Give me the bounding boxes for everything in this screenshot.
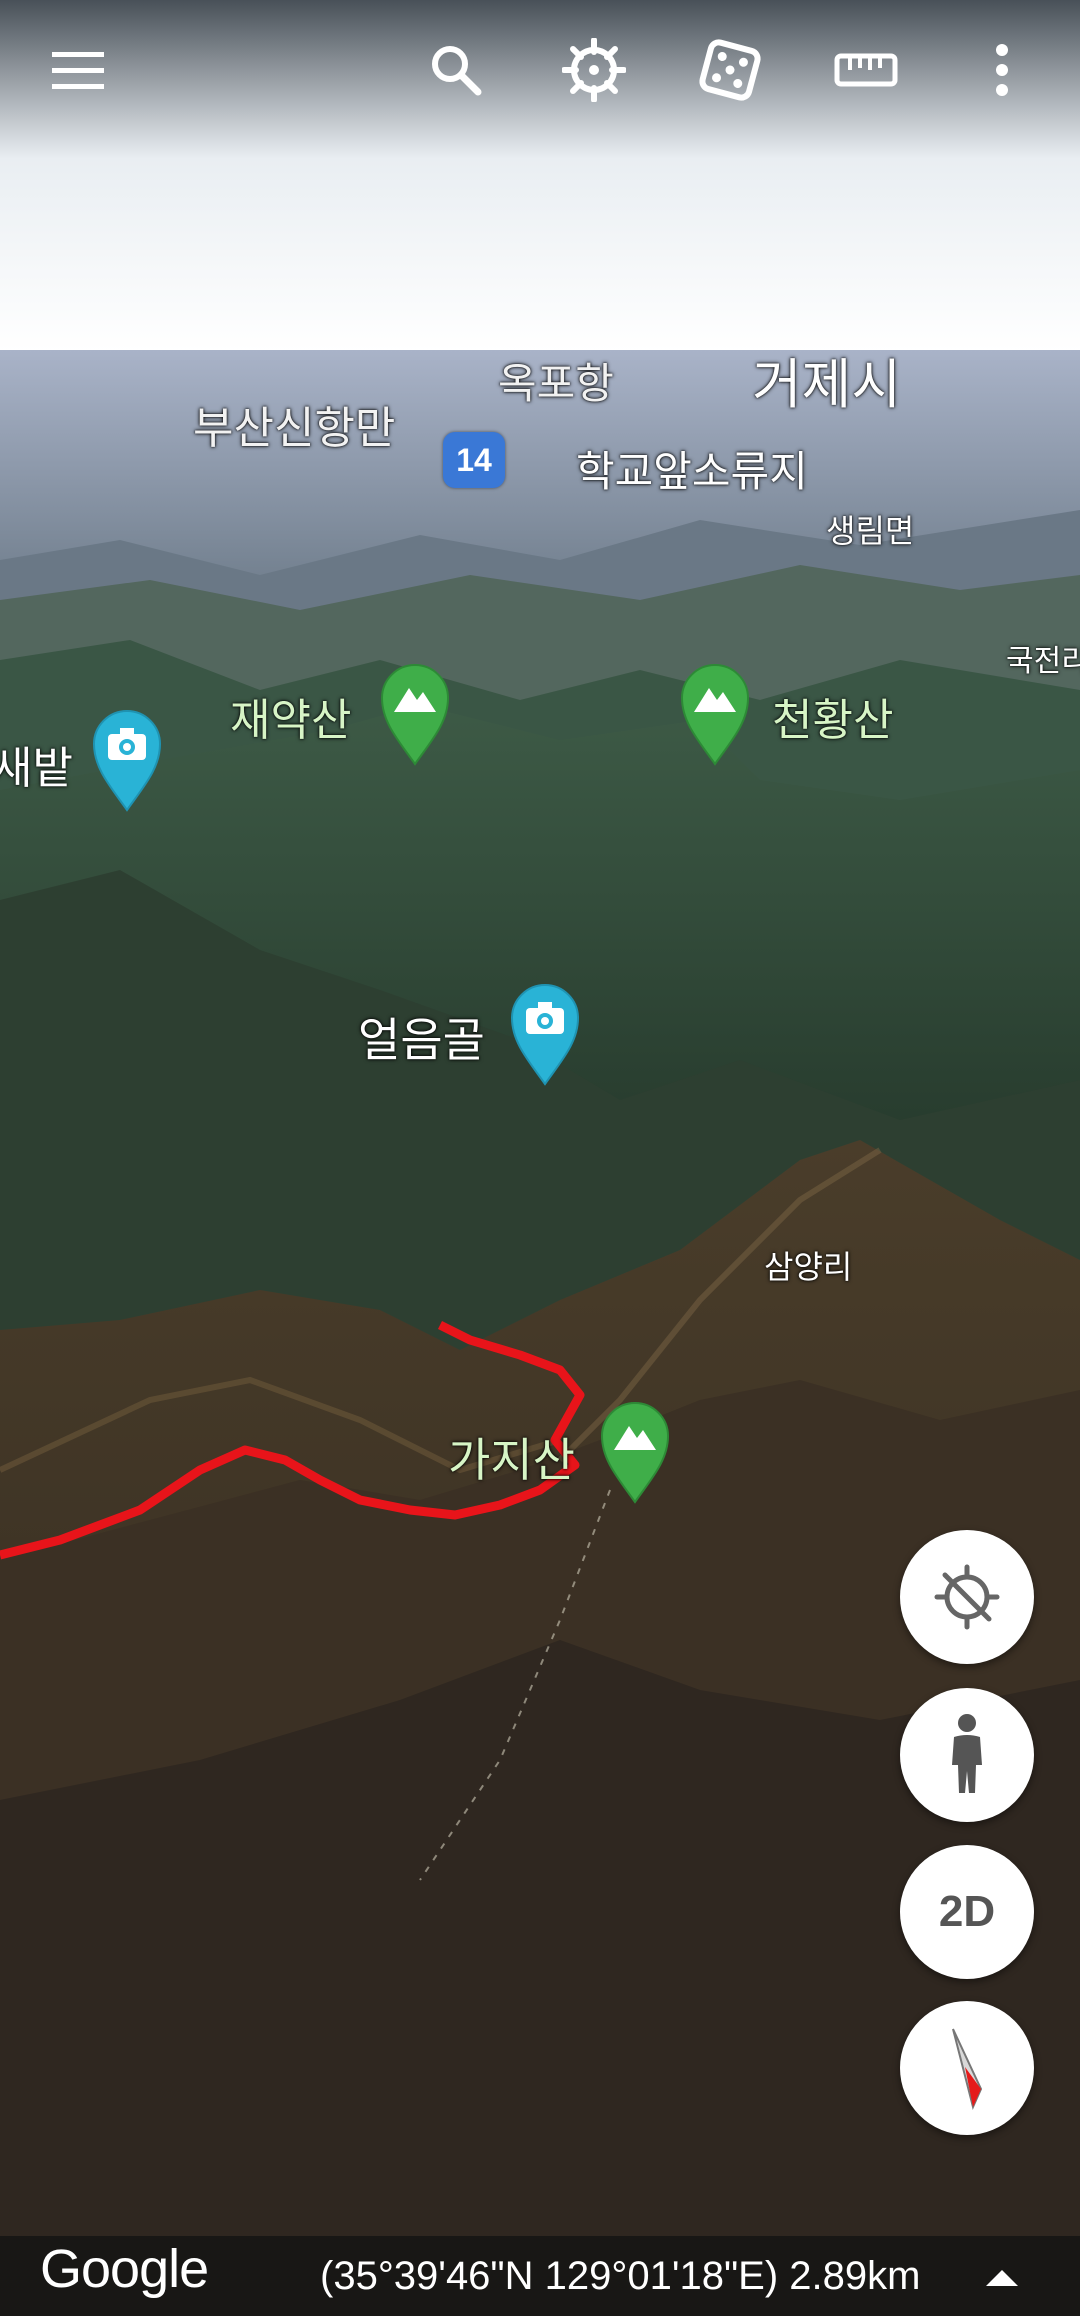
voyager-icon[interactable] [546, 22, 642, 118]
place-label-samyangri[interactable]: 삼양리 [764, 1242, 852, 1288]
place-label-saebat[interactable]: 새밭 [0, 732, 73, 796]
place-label-okpohang[interactable]: 옥포항 [498, 350, 614, 411]
compass-icon [952, 2028, 983, 2111]
camera-pin-icon[interactable] [508, 980, 582, 1086]
mode-2d-button[interactable]: 2D [900, 1845, 1034, 1979]
peak-label-cheonhwangsan[interactable]: 천황산 [772, 684, 893, 748]
mountain-pin-icon[interactable] [598, 1398, 672, 1504]
measure-icon[interactable] [818, 22, 914, 118]
camera-pin-icon[interactable] [90, 706, 164, 812]
place-label-busan-sinhangman[interactable]: 부산신항만 [193, 392, 395, 456]
more-options-icon[interactable] [954, 22, 1050, 118]
search-icon[interactable] [408, 22, 504, 118]
place-label-gukjeon[interactable]: 국전리 [1006, 636, 1080, 680]
place-label-eoreumgol[interactable]: 얼음골 [358, 1004, 485, 1070]
feeling-lucky-icon[interactable] [682, 22, 778, 118]
expand-up-icon[interactable] [982, 2266, 1022, 2290]
mountain-pin-icon[interactable] [678, 660, 752, 766]
pegman-icon [952, 1714, 982, 1793]
place-label-hakgyoap-soryuji[interactable]: 학교앞소류지 [576, 438, 808, 499]
my-location-button[interactable] [900, 1530, 1034, 1664]
compass-button[interactable] [900, 2001, 1034, 2135]
mode-2d-label: 2D [938, 1887, 996, 1936]
route-shield: 14 [443, 432, 505, 488]
street-view-button[interactable] [900, 1688, 1034, 1822]
location-off-icon [934, 1564, 1000, 1630]
google-logo: Google [40, 2239, 209, 2299]
peak-label-gajisan[interactable]: 가지산 [448, 1424, 575, 1490]
mountain-pin-icon[interactable] [378, 660, 452, 766]
menu-icon[interactable] [30, 22, 126, 118]
terrain-view[interactable] [0, 0, 1080, 2316]
peak-label-jaeyaksan[interactable]: 재약산 [230, 684, 351, 748]
top-toolbar [0, 0, 1080, 140]
place-label-geojesi[interactable]: 거제시 [752, 340, 901, 419]
coordinates-readout: (35°39'46"N 129°01'18"E) 2.89km [320, 2254, 921, 2298]
place-label-saengnimmyeon[interactable]: 생림면 [826, 506, 914, 552]
